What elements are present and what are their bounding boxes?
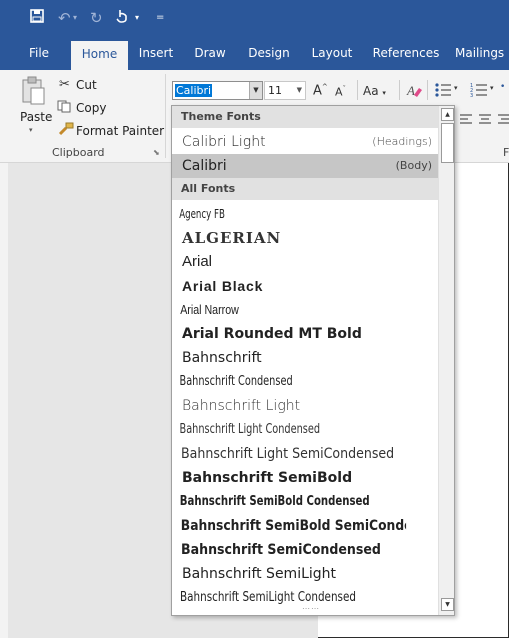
font-dropdown-arrow-icon[interactable]: ▼ [249, 82, 262, 99]
font-item-bahnschrift-condensed[interactable]: Bahnschrift Condensed [172, 370, 372, 394]
group-separator [165, 74, 166, 158]
title-bar: ↶ ▾ ↻ ▾ = [0, 0, 509, 37]
font-item-hint: (Headings) [372, 135, 432, 148]
format-painter-icon[interactable] [58, 122, 74, 139]
save-icon[interactable] [30, 8, 44, 28]
tab-mailings[interactable]: Mailings [455, 37, 509, 70]
font-item-arial-black[interactable]: Arial Black [172, 274, 438, 298]
para-separator [427, 80, 428, 100]
copy-button[interactable]: Copy [76, 101, 106, 115]
align-center-icon[interactable] [478, 113, 492, 128]
font-item-bahnschrift-light[interactable]: Bahnschrift Light [172, 394, 438, 418]
font-item-bahnschrift[interactable]: Bahnschrift [172, 346, 438, 370]
change-case-button[interactable]: Aa ▾ [363, 84, 386, 98]
font-name-combobox[interactable]: Calibri ▼ [172, 81, 263, 100]
copy-icon[interactable] [57, 100, 71, 116]
font-item-bahnschrift-semilight-condensed[interactable]: Bahnschrift SemiLight Condensed [172, 586, 385, 610]
undo-icon[interactable]: ↶ [58, 8, 71, 28]
font-item-label: Calibri [182, 158, 227, 174]
tab-references[interactable]: References [370, 37, 442, 70]
font-separator [357, 80, 358, 100]
resize-grip-icon[interactable]: ⋯⋯ [302, 604, 320, 613]
bullets-dropdown-icon[interactable]: ▾ [454, 84, 458, 92]
font-item-bahnschrift-semilight[interactable]: Bahnschrift SemiLight [172, 562, 438, 586]
clipboard-group-label: Clipboard [52, 146, 105, 159]
font-item-bahnschrift-semibold-semiconden[interactable]: Bahnschrift SemiBold SemiConden [172, 514, 406, 538]
font-separator-2 [399, 80, 400, 100]
svg-text:A: A [406, 83, 415, 98]
font-item-arial-narrow[interactable]: Arial Narrow [172, 298, 390, 322]
change-case-label: Aa [363, 84, 379, 98]
numbering-icon[interactable]: 123 [470, 82, 488, 101]
paste-label[interactable]: Paste [20, 110, 52, 124]
scroll-down-icon[interactable]: ▼ [441, 598, 454, 611]
grow-font-button[interactable]: A^ [313, 83, 328, 98]
cut-icon[interactable]: ✂ [59, 77, 70, 92]
font-name-value[interactable]: Calibri [175, 84, 213, 97]
undo-dropdown-icon[interactable]: ▾ [73, 8, 77, 28]
scrollbar-thumb[interactable] [441, 123, 454, 163]
font-item-calibri[interactable]: Calibri (Body) [172, 154, 438, 178]
font-item-arial-rounded[interactable]: Arial Rounded MT Bold [172, 322, 438, 346]
font-item-hint: (Body) [395, 159, 432, 172]
multilevel-list-icon[interactable]: • [500, 82, 505, 92]
dropdown-scrollbar[interactable]: ▲ ▼ [438, 106, 454, 615]
align-right-icon[interactable] [497, 113, 509, 128]
tab-draw[interactable]: Draw [190, 37, 230, 70]
shrink-font-button[interactable]: Aˇ [335, 85, 346, 99]
bullets-icon[interactable] [434, 82, 452, 101]
font-item-calibri-light[interactable]: Calibri Light (Headings) [172, 130, 438, 154]
format-painter-button[interactable]: Format Painter [76, 124, 164, 138]
font-item-label: Calibri Light [182, 134, 266, 150]
paste-icon[interactable] [20, 76, 46, 109]
font-size-combobox[interactable]: 11 ▼ [264, 81, 306, 100]
align-left-icon[interactable] [459, 113, 473, 128]
font-item-bahnschrift-semicondensed[interactable]: Bahnschrift SemiCondensed [172, 538, 411, 562]
font-item-algerian[interactable]: ALGERIAN [172, 226, 438, 250]
dialog-launcher-icon[interactable]: ⬊ [153, 148, 160, 157]
font-item-arial[interactable]: Arial [172, 250, 438, 274]
font-size-dropdown-icon[interactable]: ▼ [297, 82, 302, 99]
ribbon-tabs: File Home Insert Draw Design Layout Refe… [0, 37, 509, 70]
font-item-bahnschrift-semibold-condensed[interactable]: Bahnschrift SemiBold Condensed [172, 490, 379, 514]
tab-insert[interactable]: Insert [134, 37, 178, 70]
grow-font-label: A [313, 83, 322, 99]
theme-fonts-header: Theme Fonts [172, 106, 438, 128]
font-item-bahnschrift-semibold[interactable]: Bahnschrift SemiBold [172, 466, 438, 490]
font-dropdown-list[interactable]: Theme Fonts Calibri Light (Headings) Cal… [171, 105, 455, 616]
font-item-bahnschrift-light-semicondensed[interactable]: Bahnschrift Light SemiCondensed [172, 442, 411, 466]
touch-mode-icon[interactable] [116, 8, 128, 28]
font-item-agency-fb[interactable]: Agency FB [172, 202, 364, 226]
numbering-dropdown-icon[interactable]: ▾ [490, 84, 494, 92]
scroll-up-icon[interactable]: ▲ [441, 108, 454, 121]
all-fonts-header: All Fonts [172, 178, 438, 200]
font-item-bahnschrift-light-condensed[interactable]: Bahnschrift Light Condensed [172, 418, 372, 442]
window-left-edge [0, 163, 8, 638]
font-size-value[interactable]: 11 [268, 84, 282, 97]
tab-file[interactable]: File [22, 37, 56, 70]
clear-formatting-icon[interactable]: A [406, 82, 422, 101]
shrink-font-label: A [335, 85, 343, 99]
redo-icon[interactable]: ↻ [90, 8, 103, 28]
touch-dropdown-icon[interactable]: ▾ [135, 8, 139, 28]
customize-qat-icon[interactable]: = [156, 8, 164, 28]
tab-home[interactable]: Home [71, 41, 128, 70]
cut-button[interactable]: Cut [76, 78, 97, 92]
svg-text:3: 3 [470, 93, 473, 98]
tab-layout[interactable]: Layout [307, 37, 357, 70]
tab-design[interactable]: Design [243, 37, 295, 70]
paragraph-group-label: F [503, 146, 509, 159]
paste-dropdown-icon[interactable]: ▾ [29, 126, 33, 134]
